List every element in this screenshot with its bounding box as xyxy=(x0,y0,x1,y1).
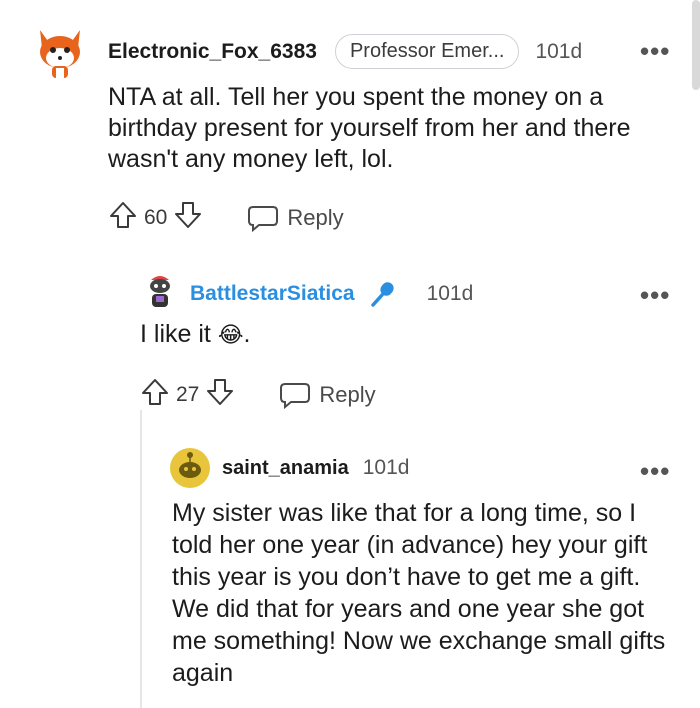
more-options-icon[interactable]: ••• xyxy=(640,458,670,484)
more-options-icon[interactable]: ••• xyxy=(640,282,670,308)
downvote-icon[interactable] xyxy=(205,377,235,412)
comment-text-suffix: . xyxy=(243,320,251,348)
timestamp: 101d xyxy=(535,39,583,63)
vote-count: 27 xyxy=(176,382,200,406)
comment-text: I like it xyxy=(140,320,211,348)
reply-label: Reply xyxy=(287,204,344,230)
username[interactable]: BattlestarSiatica xyxy=(190,282,355,306)
laughing-emoji: 😂 xyxy=(217,322,244,347)
username[interactable]: saint_anamia xyxy=(222,457,349,480)
thread-line[interactable] xyxy=(140,410,142,708)
comment-text-row: I like it 😂. xyxy=(140,319,250,350)
comment-bubble-icon xyxy=(248,205,279,232)
comment-text: My sister was like that for a long time,… xyxy=(172,499,666,687)
username[interactable]: Electronic_Fox_6383 xyxy=(108,40,317,64)
scrollbar[interactable] xyxy=(692,0,700,90)
timestamp: 101d xyxy=(362,456,410,479)
comment-bubble-icon xyxy=(280,382,311,409)
microphone-icon xyxy=(369,280,397,308)
reply-button[interactable]: Reply xyxy=(247,204,344,232)
more-options-icon[interactable]: ••• xyxy=(640,38,670,64)
vote-count: 60 xyxy=(144,205,168,229)
reply-label: Reply xyxy=(319,381,376,407)
timestamp: 101d xyxy=(426,282,474,305)
downvote-icon[interactable] xyxy=(173,200,203,235)
upvote-icon[interactable] xyxy=(108,200,138,235)
yellow-snoo-avatar-icon[interactable] xyxy=(170,448,210,488)
upvote-icon[interactable] xyxy=(140,377,170,412)
user-flair: Professor Emer... xyxy=(334,34,520,69)
comment-text: NTA at all. Tell her you spent the money… xyxy=(108,83,631,173)
fox-avatar-icon[interactable] xyxy=(34,26,86,80)
reply-button[interactable]: Reply xyxy=(279,381,376,409)
snoo-avatar-icon[interactable] xyxy=(145,272,175,310)
